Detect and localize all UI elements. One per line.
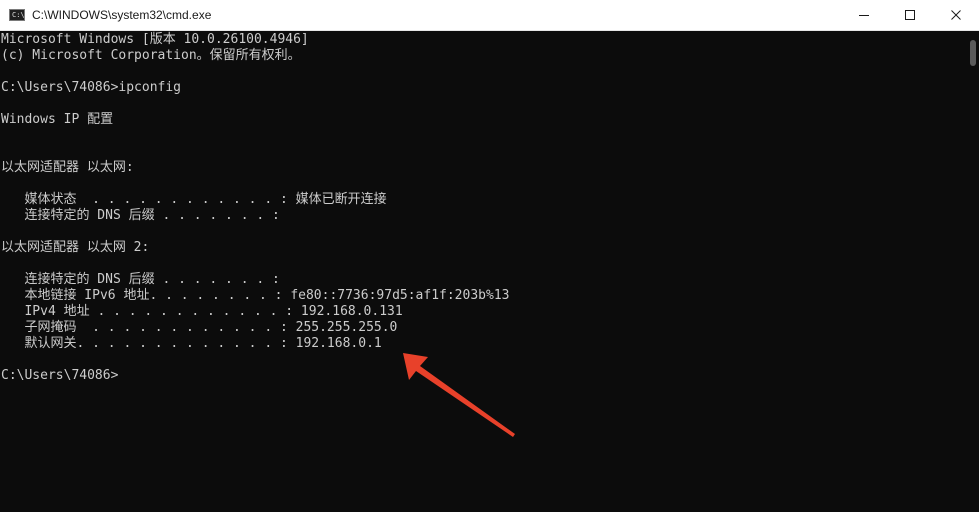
maximize-button[interactable] xyxy=(887,0,933,30)
close-icon xyxy=(951,10,961,20)
console-line: 连接特定的 DNS 后缀 . . . . . . . : xyxy=(1,208,280,223)
console-line: (c) Microsoft Corporation。保留所有权利。 xyxy=(1,48,301,63)
close-button[interactable] xyxy=(933,0,979,30)
console-line: IPv4 地址 . . . . . . . . . . . . : 192.16… xyxy=(1,304,403,319)
cmd-app-icon: C:\ xyxy=(9,9,25,21)
console-line: 连接特定的 DNS 后缀 . . . . . . . : xyxy=(1,272,280,287)
console-line: 默认网关. . . . . . . . . . . . . : 192.168.… xyxy=(1,336,382,351)
console-output[interactable]: Microsoft Windows [版本 10.0.26100.4946] (… xyxy=(0,31,966,512)
cmd-window: C:\ C:\WINDOWS\system32\cmd.exe Microsof… xyxy=(0,0,979,512)
title-bar[interactable]: C:\ C:\WINDOWS\system32\cmd.exe xyxy=(0,0,979,31)
console-line: 本地链接 IPv6 地址. . . . . . . . : fe80::7736… xyxy=(1,288,510,303)
console-line: C:\Users\74086>ipconfig xyxy=(1,80,182,95)
console-line: 媒体状态 . . . . . . . . . . . . : 媒体已断开连接 xyxy=(1,192,387,207)
console-line: Microsoft Windows [版本 10.0.26100.4946] xyxy=(1,32,309,47)
window-title: C:\WINDOWS\system32\cmd.exe xyxy=(32,8,212,22)
console-line-prompt: C:\Users\74086> xyxy=(1,368,119,383)
maximize-icon xyxy=(905,10,915,20)
scrollbar-thumb[interactable] xyxy=(970,40,976,66)
console-line: 子网掩码 . . . . . . . . . . . . : 255.255.2… xyxy=(1,320,398,335)
minimize-icon xyxy=(859,15,869,16)
minimize-button[interactable] xyxy=(841,0,887,30)
console-line: 以太网适配器 以太网 2: xyxy=(1,240,150,255)
console-line: Windows IP 配置 xyxy=(1,112,114,127)
vertical-scrollbar[interactable] xyxy=(966,31,979,512)
console-line: 以太网适配器 以太网: xyxy=(1,160,134,175)
